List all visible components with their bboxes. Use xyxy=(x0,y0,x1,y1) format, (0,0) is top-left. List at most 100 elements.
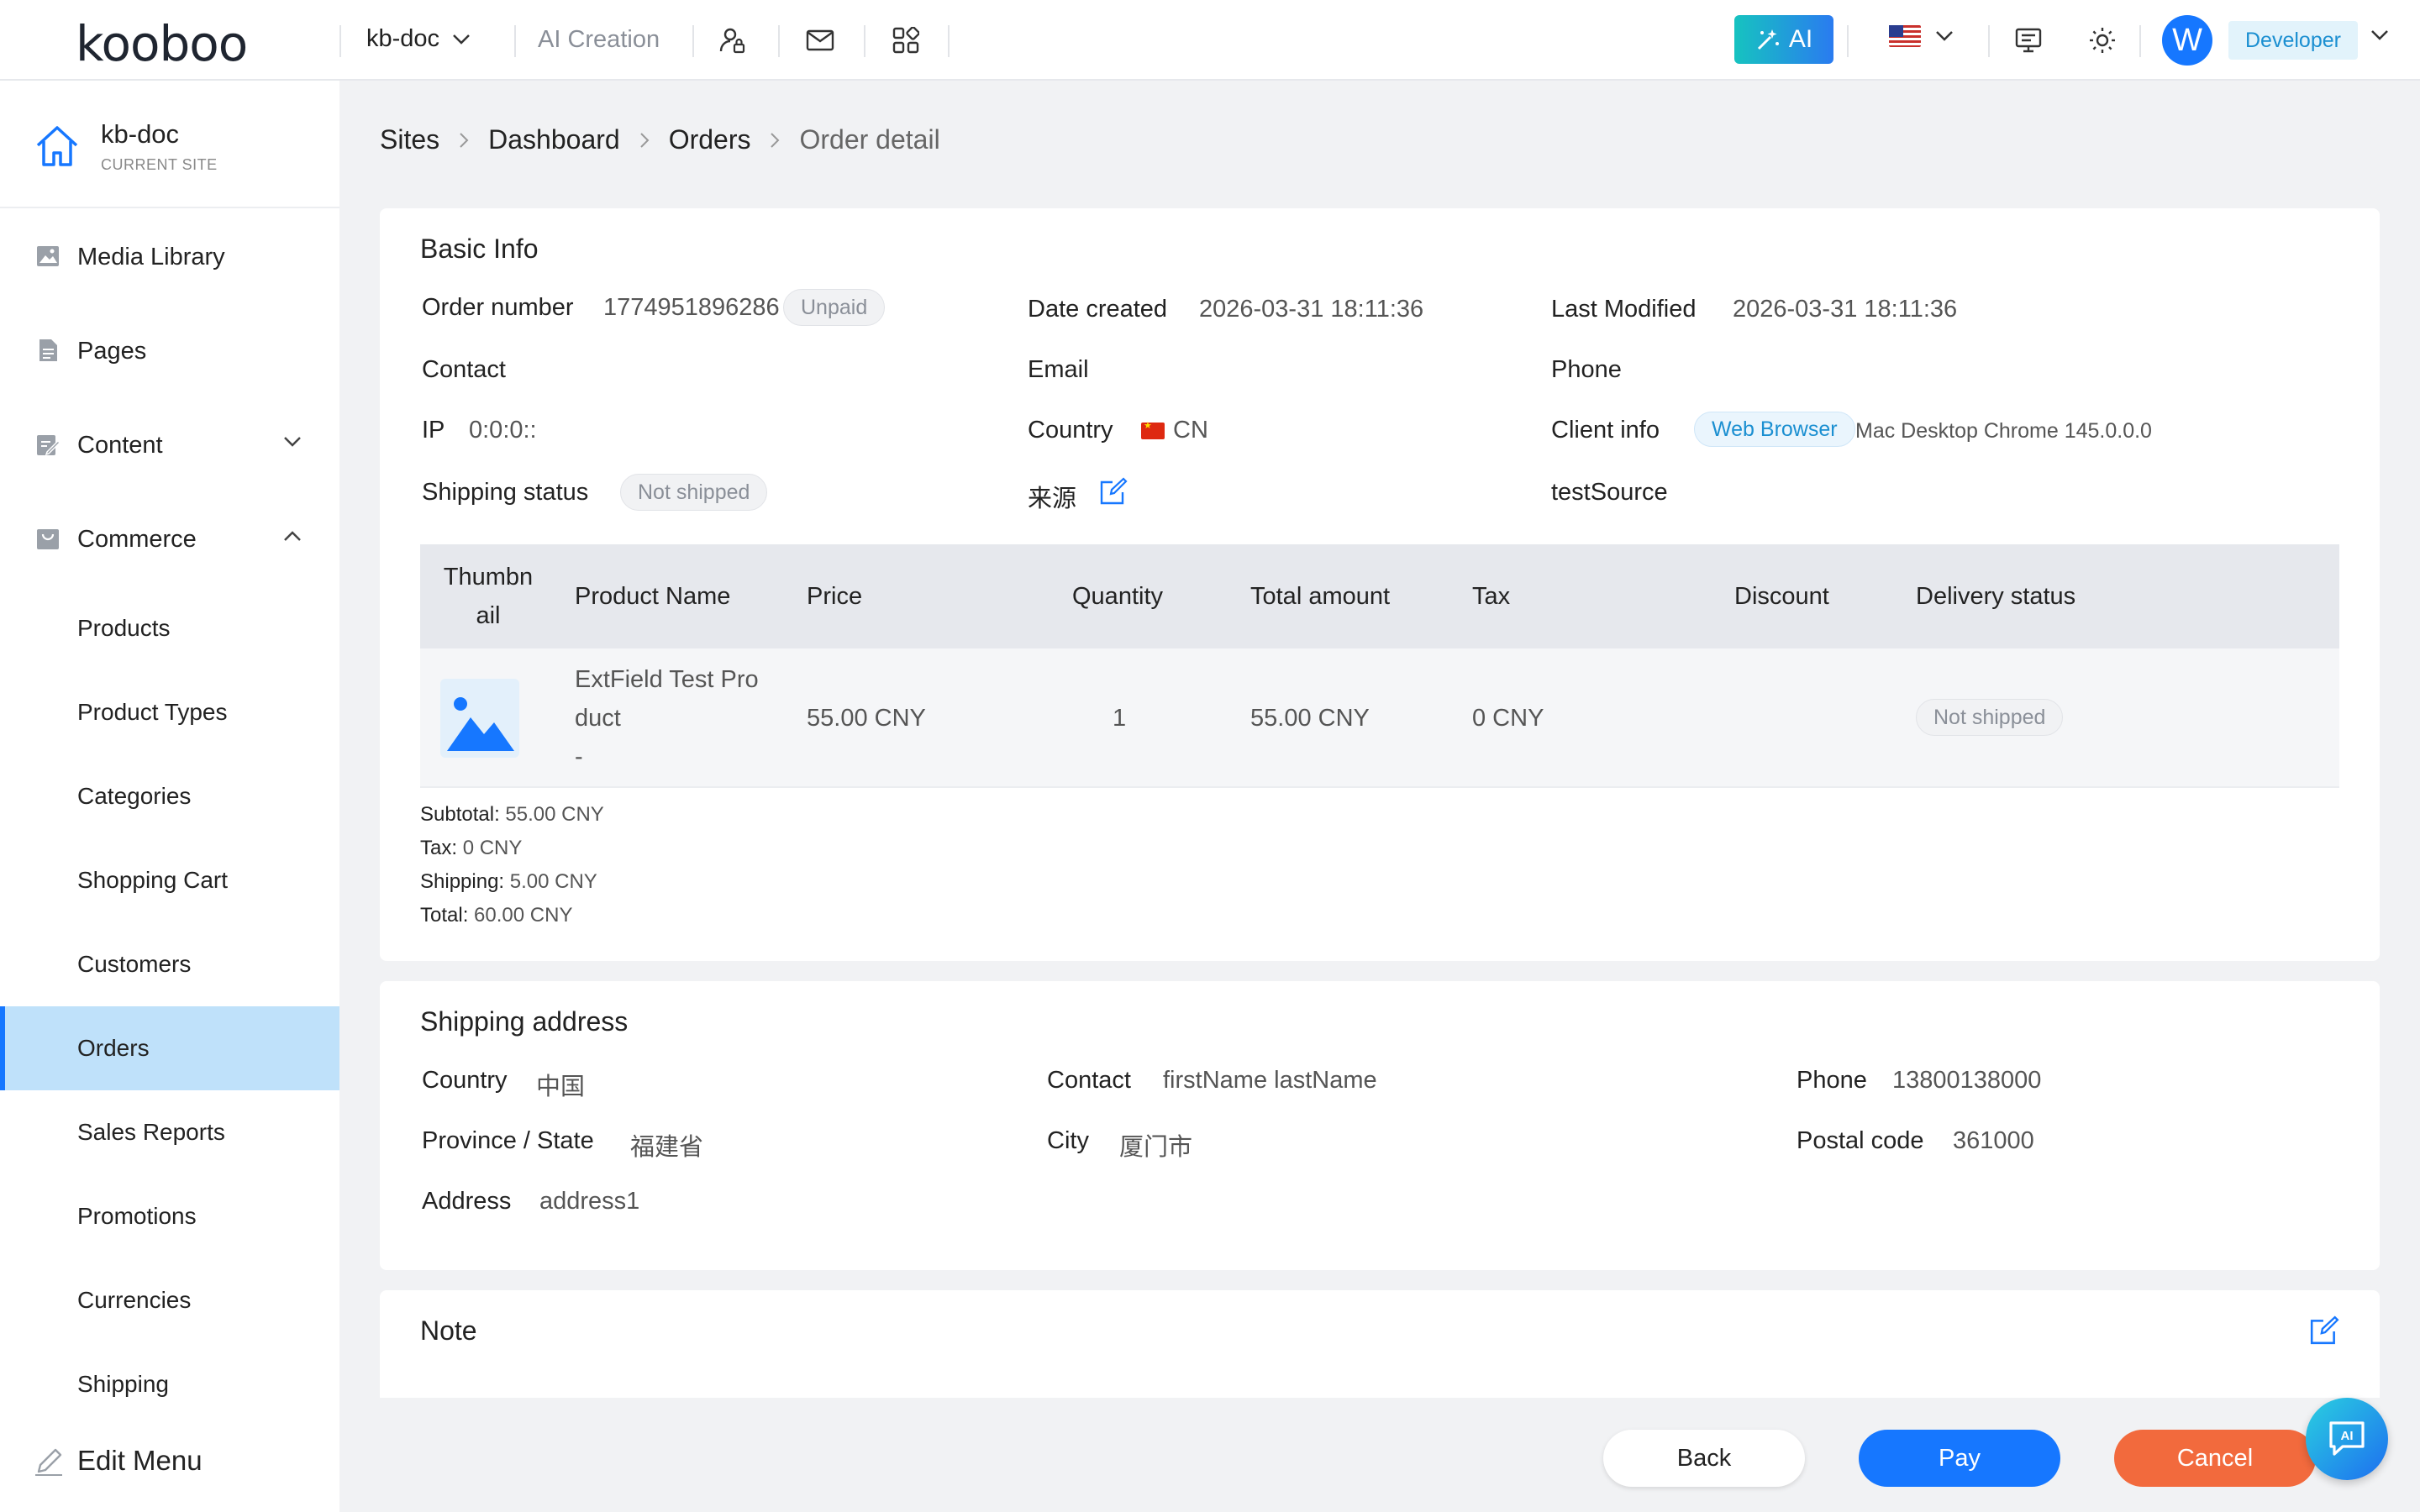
ai-button-label: AI xyxy=(1788,25,1813,53)
email-label: Email xyxy=(1028,356,1089,383)
chevron-right-icon xyxy=(639,132,650,148)
ship-postal-label: Postal code xyxy=(1797,1127,1924,1154)
ai-creation-link[interactable]: AI Creation xyxy=(538,26,660,54)
presentation-icon[interactable] xyxy=(2012,24,2045,57)
breadcrumb: Sites Dashboard Orders Order detail xyxy=(380,124,940,155)
sun-theme-icon[interactable] xyxy=(2086,24,2119,57)
divider xyxy=(1847,25,1849,57)
shipping-value: 5.00 CNY xyxy=(509,870,597,893)
back-button[interactable]: Back xyxy=(1603,1430,1805,1487)
column-header-discount: Discount xyxy=(1734,583,1829,610)
last-modified-label: Last Modified xyxy=(1551,296,1697,323)
sidebar-item-label: Categories xyxy=(77,783,192,809)
user-lock-icon[interactable] xyxy=(716,24,750,57)
shipping-row: Shipping: 5.00 CNY xyxy=(420,870,597,894)
total-amount-cell: 55.00 CNY xyxy=(1250,705,1370,732)
column-header-thumbnail-line2: ail xyxy=(476,602,501,629)
product-thumbnail[interactable] xyxy=(440,679,519,758)
sidebar-item-products[interactable]: Products xyxy=(0,586,339,670)
ship-postal-value: 361000 xyxy=(1953,1127,2034,1154)
product-variant: - xyxy=(575,743,583,770)
tax-value: 0 CNY xyxy=(462,837,523,859)
sidebar-item-orders[interactable]: Orders xyxy=(0,1006,339,1090)
tax-label: Tax: xyxy=(420,837,458,859)
ai-button[interactable]: AI xyxy=(1734,15,1833,64)
kooboo-logo[interactable]: kooboo xyxy=(76,15,248,72)
chevron-down-icon[interactable] xyxy=(2370,29,2390,42)
ship-country-label: Country xyxy=(422,1067,508,1094)
avatar[interactable]: W xyxy=(2162,15,2212,66)
product-name-line2: duct xyxy=(575,705,621,732)
shipping-label: Shipping: xyxy=(420,870,505,893)
order-number-value: 1774951896286 xyxy=(603,294,780,321)
ship-province-value: 福建省 xyxy=(630,1134,704,1161)
ai-chat-button[interactable]: AI xyxy=(2306,1398,2388,1480)
sidebar-item-pages[interactable]: Pages xyxy=(0,309,339,393)
ship-city-label: City xyxy=(1047,1127,1089,1154)
sidebar-item-shipping[interactable]: Shipping xyxy=(0,1342,339,1426)
divider xyxy=(948,25,950,57)
breadcrumb-current: Order detail xyxy=(799,124,940,155)
sidebar-item-label: Content xyxy=(77,431,163,459)
ship-contact-value: firstName lastName xyxy=(1163,1067,1377,1094)
sidebar-item-commerce[interactable]: Commerce xyxy=(0,497,339,581)
action-footer xyxy=(339,1404,2420,1512)
sidebar-item-shopping-cart[interactable]: Shopping Cart xyxy=(0,838,339,922)
apps-grid-icon[interactable] xyxy=(889,24,923,57)
role-badge[interactable]: Developer xyxy=(2228,21,2358,60)
breadcrumb-sites[interactable]: Sites xyxy=(380,124,439,155)
column-header-product-name: Product Name xyxy=(575,583,731,610)
sidebar-item-sales-reports[interactable]: Sales Reports xyxy=(0,1090,339,1174)
order-number-label: Order number xyxy=(422,294,574,321)
current-site-caption: CURRENT SITE xyxy=(101,156,218,173)
card-title: Note xyxy=(420,1315,477,1346)
quantity-cell: 1 xyxy=(1113,705,1127,732)
pay-button[interactable]: Pay xyxy=(1859,1430,2060,1487)
subtotal-value: 55.00 CNY xyxy=(505,803,604,826)
cancel-button[interactable]: Cancel xyxy=(2114,1430,2316,1487)
sidebar-item-categories[interactable]: Categories xyxy=(0,754,339,838)
current-site[interactable]: kb-doc CURRENT SITE xyxy=(0,81,339,208)
china-flag-icon xyxy=(1141,420,1165,440)
edit-menu-button[interactable]: Edit Menu xyxy=(0,1420,339,1504)
breadcrumb-dashboard[interactable]: Dashboard xyxy=(488,124,620,155)
total-value: 60.00 CNY xyxy=(474,904,573,927)
ip-label: IP xyxy=(422,417,445,444)
ship-city-value: 厦门市 xyxy=(1119,1134,1193,1161)
sidebar-item-media-library[interactable]: Media Library xyxy=(0,215,339,299)
mail-icon[interactable] xyxy=(803,24,837,57)
sidebar-item-label: Customers xyxy=(77,951,192,977)
edit-icon[interactable] xyxy=(2309,1315,2339,1346)
tax-row: Tax: 0 CNY xyxy=(420,837,522,860)
column-header-delivery-status: Delivery status xyxy=(1916,583,2076,610)
ship-country-value: 中国 xyxy=(536,1074,586,1100)
sidebar-item-label: Shipping xyxy=(77,1371,169,1397)
sidebar-item-content[interactable]: Content xyxy=(0,403,339,487)
chevron-up-icon xyxy=(284,531,301,541)
ship-address-label: Address xyxy=(422,1188,512,1215)
product-name-line1: ExtField Test Pro xyxy=(575,666,759,693)
column-header-thumbnail-line1: Thumbn xyxy=(443,564,534,591)
divider xyxy=(339,25,341,57)
sidebar-item-label: Shopping Cart xyxy=(77,867,229,893)
total-label: Total: xyxy=(420,904,469,927)
sidebar-item-label: Promotions xyxy=(77,1203,197,1229)
ship-address-value: address1 xyxy=(539,1188,640,1215)
ip-value: 0:0:0:: xyxy=(469,417,537,444)
language-selector[interactable] xyxy=(1889,25,1954,47)
ship-province-label: Province / State xyxy=(422,1127,594,1154)
sidebar-item-product-types[interactable]: Product Types xyxy=(0,670,339,754)
divider xyxy=(864,25,865,57)
total-row: Total: 60.00 CNY xyxy=(420,904,572,927)
edit-icon[interactable] xyxy=(1099,477,1128,506)
divider xyxy=(2139,25,2141,57)
sidebar-item-promotions[interactable]: Promotions xyxy=(0,1174,339,1258)
breadcrumb-orders[interactable]: Orders xyxy=(669,124,751,155)
country-code: CN xyxy=(1173,417,1208,444)
sidebar-item-customers[interactable]: Customers xyxy=(0,922,339,1006)
card-title: Basic Info xyxy=(420,234,539,264)
sidebar-item-currencies[interactable]: Currencies xyxy=(0,1258,339,1342)
chevron-down-icon xyxy=(453,34,470,45)
chat-bubble-icon: AI xyxy=(2329,1421,2365,1456)
site-selector[interactable]: kb-doc xyxy=(366,25,471,53)
